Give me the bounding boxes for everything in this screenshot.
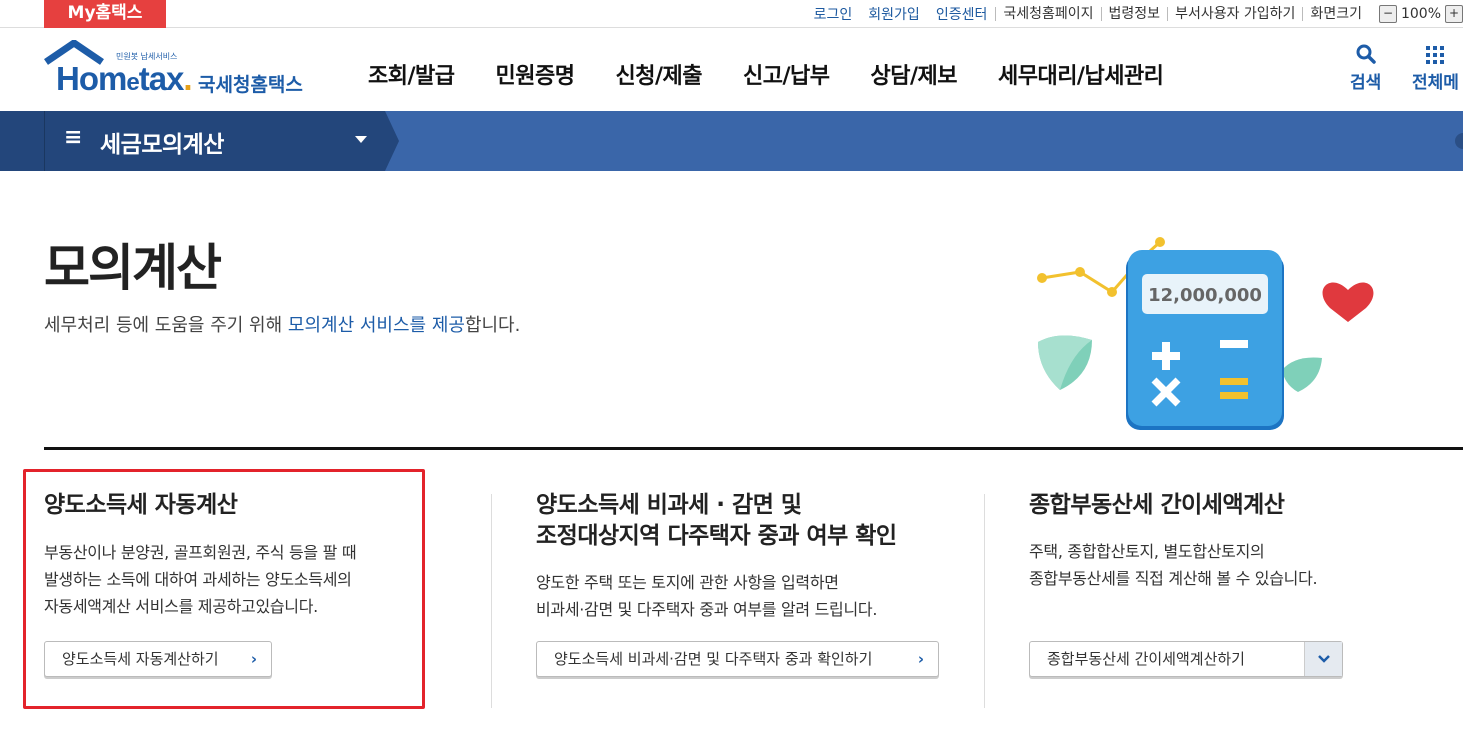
location-separator bbox=[44, 111, 45, 171]
comprehensive-tax-calc-button[interactable]: 종합부동산세 간이세액계산하기 bbox=[1029, 641, 1343, 677]
location-arrow bbox=[385, 111, 399, 171]
card-capital-gains-exemption: 양도소득세 비과세 · 감면 및 조정대상지역 다주택자 중과 여부 확인 양도… bbox=[536, 490, 897, 623]
calculator-illustration: 12,000,000 bbox=[1037, 237, 1374, 430]
highlight-box bbox=[23, 469, 425, 709]
signup-link[interactable]: 회원가입 bbox=[868, 4, 920, 24]
main-navigation: 조회/발급 민원증명 신청/제출 신고/납부 상담/제보 세무대리/납세관리 bbox=[368, 58, 1204, 90]
card-divider bbox=[984, 494, 985, 708]
zoom-control: − 100% + bbox=[1378, 5, 1463, 23]
card-divider bbox=[491, 494, 492, 708]
login-link[interactable]: 로그인 bbox=[814, 4, 853, 24]
grid-menu-icon bbox=[1426, 46, 1445, 64]
logo-korean-name: 국세청홈택스 bbox=[198, 74, 303, 96]
chevron-right-icon: › bbox=[917, 650, 924, 668]
search-label: 검색 bbox=[1350, 73, 1382, 93]
my-hometax-button[interactable]: My홈택스 bbox=[44, 0, 166, 28]
card-title-line: 양도소득세 비과세 · 감면 및 bbox=[536, 492, 802, 518]
card-title: 종합부동산세 간이세액계산 bbox=[1029, 492, 1285, 518]
navbar-edge-button[interactable] bbox=[1455, 133, 1463, 149]
hometax-logo[interactable]: 민원봇 납세서비스 Hometax. 국세청홈택스 bbox=[44, 40, 324, 100]
page-description: 세무처리 등에 도움을 주기 위해 모의계산 서비스를 제공합니다. bbox=[44, 315, 521, 336]
search-icon bbox=[1356, 44, 1376, 64]
cert-center-link[interactable]: 인증센터 bbox=[936, 4, 988, 24]
zoom-value: 100% bbox=[1400, 6, 1441, 22]
nts-homepage-link[interactable]: 국세청홈페이지 bbox=[995, 7, 1100, 21]
zoom-out-button[interactable]: − bbox=[1378, 5, 1397, 23]
all-menu-label: 전체메 bbox=[1412, 73, 1459, 93]
card-comprehensive-real-estate-tax: 종합부동산세 간이세액계산 주택, 종합합산토지, 별도합산토지의 종합부동산세… bbox=[1029, 490, 1318, 592]
chevron-down-icon[interactable] bbox=[355, 136, 367, 143]
location-bar: ≡ 세금모의계산 bbox=[0, 111, 1463, 171]
calculator-display: 12,000,000 bbox=[1148, 285, 1262, 306]
gnb-item-certificates[interactable]: 민원증명 bbox=[496, 58, 575, 90]
card-desc-line: 종합부동산세를 직접 계산해 볼 수 있습니다. bbox=[1029, 569, 1318, 588]
dept-user-signup-link[interactable]: 부서사용자 가입하기 bbox=[1167, 7, 1302, 21]
page-title: 모의계산 bbox=[44, 239, 222, 297]
site-header: 민원봇 납세서비스 Hometax. 국세청홈택스 조회/발급 민원증명 신청/… bbox=[0, 28, 1463, 111]
card-desc-line: 주택, 종합합산토지, 별도합산토지의 bbox=[1029, 542, 1265, 561]
search-button[interactable]: 검색 bbox=[1350, 42, 1381, 93]
card-desc-line: 비과세·감면 및 다주택자 중과 여부를 알려 드립니다. bbox=[536, 600, 878, 619]
screen-size-label: 화면크기 bbox=[1302, 7, 1369, 21]
utility-links: 로그인 회원가입 인증센터 국세청홈페이지 법령정보 부서사용자 가입하기 화면… bbox=[806, 0, 1463, 28]
gnb-item-inquiry[interactable]: 조회/발급 bbox=[368, 58, 455, 90]
capital-gains-exemption-button[interactable]: 양도소득세 비과세·감면 및 다주택자 중과 확인하기 › bbox=[536, 641, 939, 677]
zoom-in-button[interactable]: + bbox=[1445, 5, 1463, 23]
gnb-item-tax-agent[interactable]: 세무대리/납세관리 bbox=[998, 58, 1164, 90]
gnb-item-application[interactable]: 신청/제출 bbox=[615, 58, 702, 90]
top-utility-bar: My홈택스 로그인 회원가입 인증센터 국세청홈페이지 법령정보 부서사용자 가… bbox=[0, 0, 1463, 28]
gnb-item-filing-payment[interactable]: 신고/납부 bbox=[743, 58, 830, 90]
logo-wordmark: Hometax. bbox=[56, 60, 193, 97]
card-title-line: 조정대상지역 다주택자 중과 여부 확인 bbox=[536, 523, 897, 549]
card-desc-line: 양도한 주택 또는 토지에 관한 사항을 입력하면 bbox=[536, 573, 839, 592]
gnb-item-consult-report[interactable]: 상담/제보 bbox=[870, 58, 957, 90]
section-divider bbox=[44, 447, 1463, 450]
chevron-down-icon[interactable] bbox=[1304, 642, 1342, 676]
location-title[interactable]: 세금모의계산 bbox=[100, 125, 224, 159]
hamburger-icon[interactable]: ≡ bbox=[64, 125, 82, 150]
law-info-link[interactable]: 법령정보 bbox=[1100, 7, 1168, 21]
all-menu-button[interactable]: 전체메 bbox=[1412, 42, 1459, 93]
